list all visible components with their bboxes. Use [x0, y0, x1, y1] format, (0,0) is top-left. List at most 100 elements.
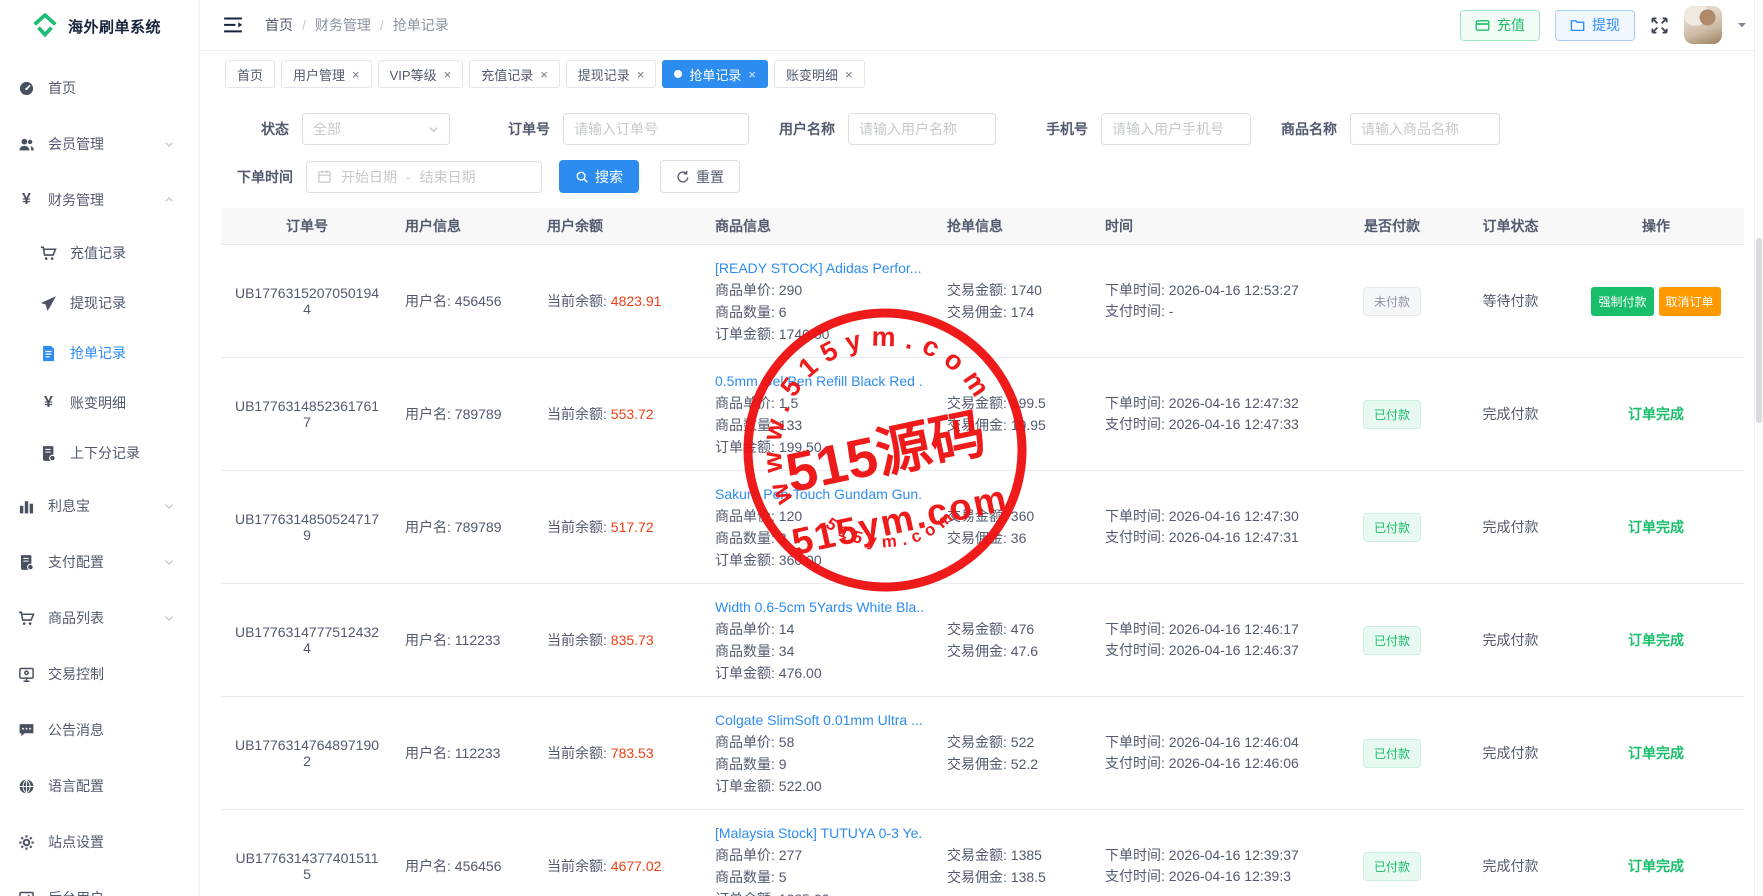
username-value: 112233	[455, 745, 501, 761]
product-link[interactable]: [Malaysia Stock] TUTUYA 0-3 Ye...	[715, 822, 923, 844]
sidebar-item-updown-records[interactable]: 上下分记录	[0, 428, 199, 478]
time-cell: 下单时间: 2026-04-16 12:47:30支付时间: 2026-04-1…	[1093, 506, 1331, 548]
close-icon[interactable]: ×	[352, 68, 360, 81]
table-row: UB17763147648971902用户名: 112233当前余额: 783.…	[221, 697, 1744, 810]
commission-value: 36	[1011, 530, 1027, 546]
quantity-value: 9	[779, 756, 787, 772]
tab-account-change-details[interactable]: 账变明细×	[774, 60, 865, 88]
username-input[interactable]	[848, 113, 996, 145]
table-row: UB17763147775124324用户名: 112233当前余额: 835.…	[221, 584, 1744, 697]
unit-price-value: 1.5	[779, 395, 798, 411]
product-name-label: 商品名称	[1281, 119, 1337, 139]
sidebar-item-payment-config[interactable]: 支付配置	[0, 534, 199, 590]
tab-order-grab-records[interactable]: 抢单记录×	[662, 60, 768, 88]
trade-amount: 交易金额: 476	[947, 618, 1081, 640]
open-tabs-bar: 首页用户管理×VIP等级×充值记录×提现记录×抢单记录×账变明细×	[201, 51, 1763, 93]
close-icon[interactable]: ×	[444, 68, 452, 81]
sidebar-item-trade-control[interactable]: 交易控制	[0, 646, 199, 702]
commission-label: 交易佣金:	[947, 643, 1011, 659]
product-link[interactable]: Width 0.6-5cm 5Yards White Bla...	[715, 596, 923, 618]
breadcrumb-finance[interactable]: 财务管理	[315, 15, 371, 35]
sidebar-item-label: 抢单记录	[70, 343, 126, 363]
recharge-button[interactable]: 充值	[1460, 10, 1540, 41]
order-amount-label: 订单金额:	[715, 778, 779, 794]
trade-amount-value: 199.5	[1011, 395, 1046, 411]
order-no-input[interactable]	[563, 113, 749, 145]
close-icon[interactable]: ×	[748, 68, 756, 81]
close-icon[interactable]: ×	[845, 68, 853, 81]
column-header: 订单号	[221, 216, 393, 236]
order-time: 下单时间: 2026-04-16 12:53:27	[1105, 280, 1319, 301]
pay-status-cell: 未付款	[1331, 287, 1453, 316]
status-select[interactable]: 全部	[302, 113, 450, 145]
sidebar: 海外刷单系统 首页会员管理¥财务管理充值记录提现记录抢单记录¥账变明细上下分记录…	[0, 0, 200, 896]
sidebar-item-site-settings[interactable]: 站点设置	[0, 814, 199, 870]
breadcrumb-home[interactable]: 首页	[265, 15, 293, 35]
product-link[interactable]: Sakura Pen-Touch Gundam Gun...	[715, 483, 923, 505]
app-logo-icon	[32, 13, 58, 39]
unit-price: 商品单价: 14	[715, 618, 923, 640]
pay-status-badge: 已付款	[1363, 626, 1421, 655]
balance-label: 当前余额:	[547, 858, 611, 874]
scrollbar-thumb[interactable]	[1756, 238, 1762, 423]
product-info-cell: 0.5mm Gel Pen Refill Black Red ...商品单价: …	[703, 370, 935, 458]
product-name-input[interactable]	[1350, 113, 1500, 145]
sidebar-item-admin-users[interactable]: 后台用户	[0, 870, 199, 896]
sidebar-collapse-icon[interactable]	[223, 16, 243, 34]
close-icon[interactable]: ×	[637, 68, 645, 81]
unit-price-label: 商品单价:	[715, 734, 779, 750]
main-area: 首页 / 财务管理 / 抢单记录 充值	[201, 0, 1763, 896]
sidebar-item-interest-treasure[interactable]: 利息宝	[0, 478, 199, 534]
sidebar-item-home[interactable]: 首页	[0, 60, 199, 116]
sidebar-item-recharge-records[interactable]: 充值记录	[0, 228, 199, 278]
order-status: 等待付款	[1453, 291, 1568, 311]
time-cell: 下单时间: 2026-04-16 12:39:37支付时间: 2026-04-1…	[1093, 845, 1331, 887]
tab-user-management[interactable]: 用户管理×	[281, 60, 372, 88]
avatar[interactable]	[1684, 6, 1722, 44]
time-cell: 下单时间: 2026-04-16 12:46:04支付时间: 2026-04-1…	[1093, 732, 1331, 774]
sidebar-item-order-grab-records[interactable]: 抢单记录	[0, 328, 199, 378]
order-amount: 订单金额: 522.00	[715, 775, 923, 797]
phone-input[interactable]	[1101, 113, 1251, 145]
order-time: 下单时间: 2026-04-16 12:39:37	[1105, 845, 1319, 866]
sidebar-item-language-config[interactable]: 语言配置	[0, 758, 199, 814]
sidebar-item-announcements[interactable]: 公告消息	[0, 702, 199, 758]
product-link[interactable]: Colgate SlimSoft 0.01mm Ultra ...	[715, 709, 923, 731]
search-button[interactable]: 搜索	[559, 160, 639, 193]
reset-button[interactable]: 重置	[660, 160, 740, 193]
trade-amount: 交易金额: 1385	[947, 844, 1081, 866]
tab-home[interactable]: 首页	[225, 60, 275, 88]
sidebar-item-goods-list[interactable]: 商品列表	[0, 590, 199, 646]
dashboard-icon	[18, 80, 35, 97]
cancel-order-button[interactable]: 取消订单	[1659, 287, 1721, 316]
close-icon[interactable]: ×	[540, 68, 548, 81]
product-info-cell: [READY STOCK] Adidas Perfor...商品单价: 290商…	[703, 257, 935, 345]
commission-label: 交易佣金:	[947, 756, 1011, 772]
username-label: 用户名:	[405, 406, 455, 422]
order-amount: 订单金额: 476.00	[715, 662, 923, 684]
tab-vip-level[interactable]: VIP等级×	[378, 60, 464, 88]
force-pay-button[interactable]: 强制付款	[1591, 287, 1653, 316]
date-range-input[interactable]: 开始日期 - 结束日期	[306, 161, 542, 193]
product-link[interactable]: 0.5mm Gel Pen Refill Black Red ...	[715, 370, 923, 392]
sidebar-item-withdraw-records[interactable]: 提现记录	[0, 278, 199, 328]
tab-recharge-records[interactable]: 充值记录×	[469, 60, 560, 88]
commission-label: 交易佣金:	[947, 304, 1011, 320]
caret-down-icon[interactable]	[1737, 20, 1747, 30]
trade-amount-value: 1740	[1011, 282, 1042, 298]
product-link[interactable]: [READY STOCK] Adidas Perfor...	[715, 257, 923, 279]
breadcrumb-separator: /	[302, 17, 306, 33]
sidebar-item-account-change-details[interactable]: ¥账变明细	[0, 378, 199, 428]
order-amount-value: 1740.00	[779, 326, 830, 342]
sidebar-item-member-management[interactable]: 会员管理	[0, 116, 199, 172]
sidebar-item-finance-management[interactable]: ¥财务管理	[0, 172, 199, 228]
fullscreen-icon[interactable]	[1650, 16, 1669, 35]
sidebar-menu: 首页会员管理¥财务管理充值记录提现记录抢单记录 ¥账变明细上下分记录利息宝支付配置…	[0, 52, 199, 896]
bars-icon	[18, 498, 35, 515]
tab-withdraw-records[interactable]: 提现记录×	[566, 60, 657, 88]
unit-price-label: 商品单价:	[715, 847, 779, 863]
order-status: 完成付款	[1453, 630, 1568, 650]
withdraw-button[interactable]: 提现	[1555, 10, 1635, 41]
trade-amount-label: 交易金额:	[947, 508, 1011, 524]
trade-amount-value: 522	[1011, 734, 1034, 750]
